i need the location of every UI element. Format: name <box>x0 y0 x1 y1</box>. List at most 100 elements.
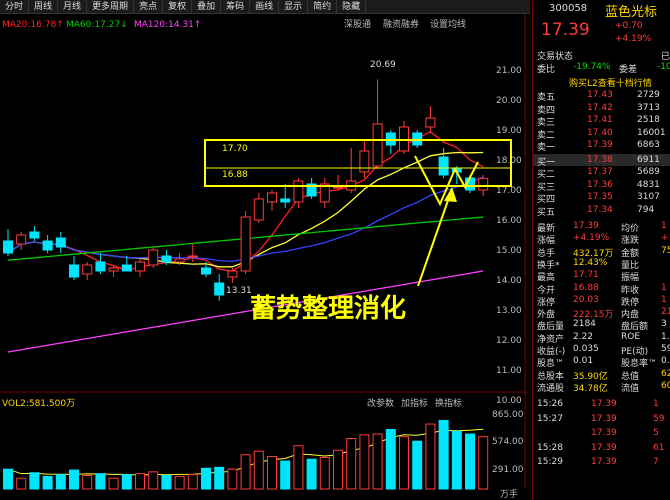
y-tick-label: 14.00 <box>496 276 522 286</box>
candle <box>319 178 330 208</box>
volume-bar <box>227 468 238 490</box>
candle-body <box>55 237 66 248</box>
tick-row: 15:27 17.39 59 <box>533 413 670 428</box>
toolbar-item[interactable]: 隐藏 <box>337 0 367 14</box>
toolbar-item[interactable]: 画线 <box>250 0 280 14</box>
toolbar-item[interactable]: 月线 <box>58 0 88 14</box>
candle <box>359 139 370 178</box>
volume-bar <box>29 472 40 490</box>
panel-cell: 17.34 <box>587 204 613 215</box>
candle <box>29 226 40 241</box>
panel-cell: +4.19% <box>573 233 610 244</box>
ma120-label: MA120:14.31↑ <box>134 20 201 30</box>
y-tick-label: 10.00 <box>496 396 522 406</box>
panel-cell: 20.03 <box>573 294 599 305</box>
candle <box>69 256 79 280</box>
volume-bar <box>372 433 383 490</box>
panel-cell: 4831 <box>637 179 660 190</box>
vol-btn-param[interactable]: 改参数 <box>367 397 394 409</box>
candle <box>451 166 462 184</box>
candle <box>148 247 159 268</box>
volume-bar <box>451 430 462 490</box>
link-hk-connect[interactable]: 深股通 <box>344 19 371 30</box>
panel-cell: 2184 <box>573 319 596 330</box>
y-tick-label: 11.00 <box>496 366 522 376</box>
panel-cell: 流值 <box>621 383 640 394</box>
link-ma-settings[interactable]: 设置均线 <box>430 18 466 30</box>
kline-chart[interactable]: MA20:16.78↑ MA60:17.27↓ MA120:14.31↑ 深股通… <box>0 14 530 500</box>
toolbar-item[interactable]: 亮点 <box>134 0 164 14</box>
ma60-label: MA60:17.27↓ <box>66 20 128 30</box>
panel-cell: 17.39 <box>591 428 617 439</box>
toolbar-item[interactable]: 复权 <box>163 0 193 14</box>
ask-row: 卖四 17.42 3713 <box>533 102 670 116</box>
toolbar: 分时 周线 月线 更多周期 亮点 复权 叠加 筹码 画线 显示 简约 隐藏 <box>0 0 530 14</box>
volume-bar <box>55 474 66 490</box>
toolbar-item[interactable]: 叠加 <box>192 0 222 14</box>
ask-row: 卖三 17.41 2518 <box>533 114 670 128</box>
stat-row: 总手432.17万金额75. <box>533 245 670 259</box>
vol-tick: 865.00 <box>492 410 524 420</box>
vol-btn-add[interactable]: 加指标 <box>401 397 428 409</box>
ask-row: 卖二 17.40 16001 <box>533 127 670 141</box>
panel-cell: 2518 <box>637 115 660 125</box>
toolbar-item[interactable]: 分时 <box>0 0 30 14</box>
ratio-row: 委比 -19.74% 委差 -10 <box>533 61 670 75</box>
vol-unit: 万手 <box>500 488 518 500</box>
tick-row: 15:28 17.39 61 <box>533 442 670 457</box>
panel-cell: 16.88 <box>573 282 599 293</box>
panel-cell: 17.71 <box>573 270 599 281</box>
candle-body <box>293 180 304 203</box>
candle <box>42 235 53 253</box>
candle <box>3 229 13 256</box>
vol-btn-switch[interactable]: 换指标 <box>435 397 462 409</box>
candle <box>372 79 383 169</box>
ma120-line <box>7 270 484 353</box>
panel-cell: 1 <box>653 399 659 410</box>
panel-cell: 16001 <box>637 127 666 138</box>
volume-bar <box>95 473 106 490</box>
stat-row: 收益(-) 0.035 PE(动) 59 <box>533 343 670 357</box>
pct-row: +4.19% <box>533 33 670 48</box>
low-price-label: 13.31 <box>226 286 252 296</box>
toolbar-item[interactable]: 筹码 <box>221 0 251 14</box>
panel-cell: 59 <box>661 344 670 354</box>
toolbar-item[interactable]: 显示 <box>279 0 309 14</box>
box-lower-label: 16.88 <box>222 170 248 180</box>
candle <box>82 262 93 280</box>
link-margin[interactable]: 融资融券 <box>383 18 419 30</box>
candle <box>214 274 225 301</box>
panel-cell: 0.035 <box>573 344 599 354</box>
pointer-arrow <box>417 188 453 287</box>
candle-body <box>82 264 93 275</box>
panel-cell: 12.43% <box>573 257 608 268</box>
candle-body <box>161 255 172 263</box>
panel-cell: 5689 <box>637 167 660 177</box>
candle-body <box>372 123 383 167</box>
panel-cell: 624 <box>661 368 670 379</box>
candle-body <box>280 198 291 203</box>
candle-body <box>16 234 27 245</box>
candle-body <box>267 192 277 203</box>
panel-cell: 1 <box>661 282 667 293</box>
bid-row: 买四 17.35 3107 <box>533 191 670 205</box>
stat-row: 净资产 2.22 ROE 1. <box>533 331 670 345</box>
toolbar-item[interactable]: 更多周期 <box>87 0 135 14</box>
candle-body <box>148 249 159 266</box>
high-price-label: 20.69 <box>370 60 396 70</box>
y-tick-label: 17.00 <box>496 186 522 196</box>
price-row: 17.39 +0.70 <box>533 20 670 40</box>
caption-text: 蓄势整理消化 <box>250 293 406 324</box>
candle <box>438 148 449 178</box>
toolbar-item[interactable]: 周线 <box>29 0 59 14</box>
candle-body <box>108 267 119 272</box>
panel-cell: 5 <box>653 428 659 439</box>
stock-header: 300058 蓝色光标 <box>533 2 670 20</box>
stat-row: 今开 16.88 昨收 1 <box>533 282 670 296</box>
stat-row: 盘后量 2184 盘后额 3 <box>533 318 670 332</box>
toolbar-item[interactable]: 简约 <box>308 0 338 14</box>
panel-cell: 15:29 <box>537 457 563 468</box>
candle-body <box>359 150 370 173</box>
vol-tick: 291.00 <box>492 465 524 475</box>
panel-cell: 17.36 <box>587 179 613 190</box>
